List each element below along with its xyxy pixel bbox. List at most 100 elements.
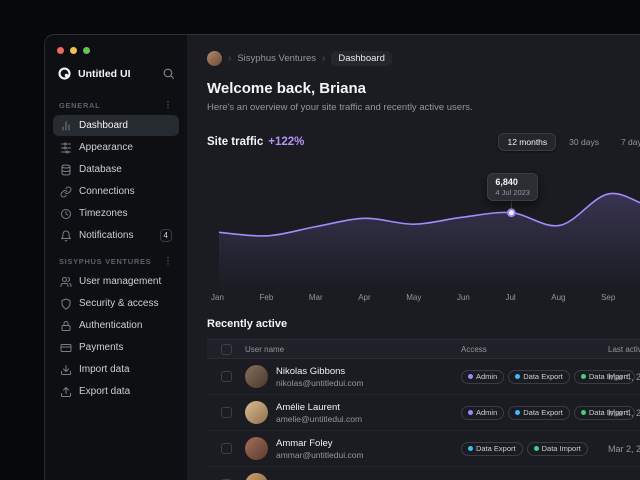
access-badge-data-export: Data Export [508,405,570,420]
row-checkbox[interactable] [221,443,232,454]
badge-dot [580,374,586,379]
sidebar-item-export-data[interactable]: Export data [53,381,179,402]
checkbox-cell [221,407,245,418]
access-badge-admin: Admin [461,405,505,420]
main-content: › Sisyphus Ventures › Dashboard Welcome … [187,35,640,480]
sidebar-item-import-data[interactable]: Import data [53,359,179,380]
breadcrumb-separator: › [228,53,232,64]
user-cell: Caitlyn King [245,473,461,480]
user-cell: Ammar Foley ammar@untitledui.com [245,437,461,460]
site-traffic-header: Site traffic +122% 12 months30 days7 day… [207,133,640,151]
row-checkbox[interactable] [221,407,232,418]
user-cell: Nikolas Gibbons nikolas@untitledui.com [245,365,461,388]
month-label-may: May [406,293,422,302]
user-avatar [245,473,268,480]
range-button-7-days[interactable]: 7 days [612,133,640,151]
shield-icon [60,298,72,310]
sidebar-item-user-management[interactable]: User management [53,271,179,292]
user-name: Nikolas Gibbons [276,365,346,377]
badge-dot [468,374,473,379]
traffic-delta-badge: +122% [268,136,305,148]
dots-vertical-icon[interactable] [163,100,173,110]
breadcrumb-company[interactable]: Sisyphus Ventures [237,53,316,64]
user-cell: Amélie Laurent amelie@untitledui.com [245,401,461,424]
last-active-value: Mar 4, 2024 [608,407,640,418]
sliders-icon [60,142,72,154]
sidebar-item-appearance[interactable]: Appearance [53,137,179,158]
range-button-30-days[interactable]: 30 days [560,133,608,151]
badge-dot [515,374,521,379]
month-label-feb: Feb [259,293,274,302]
range-button-12-months[interactable]: 12 months [498,133,557,151]
breadcrumb: › Sisyphus Ventures › Dashboard [207,51,640,66]
site-traffic-chart[interactable]: 6,840 4 Jul 2023 [207,161,640,291]
last-active-value: Mar 4, 2024 [608,371,640,382]
user-identity: Amélie Laurent amelie@untitledui.com [276,402,362,424]
sidebar-item-label: Import data [79,364,130,375]
database-icon [60,164,72,176]
table-row: Amélie Laurent amelie@untitledui.com Admin… [207,395,640,431]
checkbox-cell [221,443,245,454]
month-label-jul: Jul [505,293,516,302]
sidebar-item-label: Authentication [79,320,143,331]
user-identity: Nikolas Gibbons nikolas@untitledui.com [276,366,364,388]
logo-row: Untitled UI [53,64,179,91]
dots-vertical-icon[interactable] [163,256,173,266]
upload-icon [60,386,72,398]
link-icon [60,186,72,198]
user-name: Amélie Laurent [276,401,340,413]
column-last-active: Last active [608,344,640,354]
sidebar-item-payments[interactable]: Payments [53,337,179,358]
credit-card-icon [60,342,72,354]
sidebar-item-label: Dashboard [79,120,128,131]
sidebar-section-label: GENERAL [59,100,101,110]
month-label-jun: Jun [456,293,470,302]
traffic-line-chart [218,173,640,289]
access-badge-data-import: Data Import [526,441,588,456]
month-label-apr: Apr [358,293,371,302]
sidebar-item-security-access[interactable]: Security & access [53,293,179,314]
clock-icon [60,208,72,220]
select-all-checkbox[interactable] [221,343,232,355]
user-identity: Ammar Foley ammar@untitledui.com [276,438,364,460]
company-avatar[interactable] [207,51,222,66]
breadcrumb-current-page[interactable]: Dashboard [331,51,392,66]
tooltip-date: 4 Jul 2023 [495,188,530,197]
table-row: Nikolas Gibbons nikolas@untitledui.com Adm… [207,359,640,395]
sidebar-item-notifications[interactable]: Notifications 4 [53,225,179,246]
sidebar-item-timezones[interactable]: Timezones [53,203,179,224]
access-badges: Admin Data Export Data Import [461,369,636,384]
untitled-ui-logo-icon [57,66,72,81]
sidebar-section-header: SISYPHUS VENTURES [53,247,179,271]
row-checkbox[interactable] [221,371,232,382]
sidebar-item-connections[interactable]: Connections [53,181,179,202]
chart-month-axis: JanFebMarAprMayJunJulAugSepOctNovDec [207,291,640,302]
month-label-jan: Jan [211,293,224,302]
access-badge-data-export: Data Export [461,441,523,456]
recently-active-title: Recently active [207,318,288,330]
sidebar-item-dashboard[interactable]: Dashboard [53,115,179,136]
users-icon [60,276,72,288]
sidebar-item-label: Appearance [79,142,133,153]
traffic-light-zoom[interactable] [83,47,90,54]
sidebar-item-authentication[interactable]: Authentication [53,315,179,336]
sidebar-item-label: Security & access [79,298,159,309]
badge-dot [515,410,521,415]
traffic-light-minimize[interactable] [70,47,77,54]
user-email: nikolas@untitledui.com [276,377,364,388]
sidebar-item-label: Notifications [79,230,134,241]
desktop-background: Untitled UI GENERAL Dashboard Appearance Da… [0,0,640,480]
last-active-value: Mar 2, 2024 [608,443,640,454]
traffic-light-close[interactable] [57,47,64,54]
app-title: Untitled UI [78,67,131,80]
user-email: amelie@untitledui.com [276,413,363,424]
badge-dot [468,446,473,451]
month-label-sep: Sep [601,293,616,302]
tooltip-value: 6,840 [495,177,518,187]
month-label-mar: Mar [308,293,323,302]
bar-chart-icon [60,120,72,132]
sidebar-item-label: Connections [79,186,135,197]
search-icon[interactable] [162,67,175,80]
sidebar-section-label: SISYPHUS VENTURES [59,256,152,266]
sidebar-item-database[interactable]: Database [53,159,179,180]
